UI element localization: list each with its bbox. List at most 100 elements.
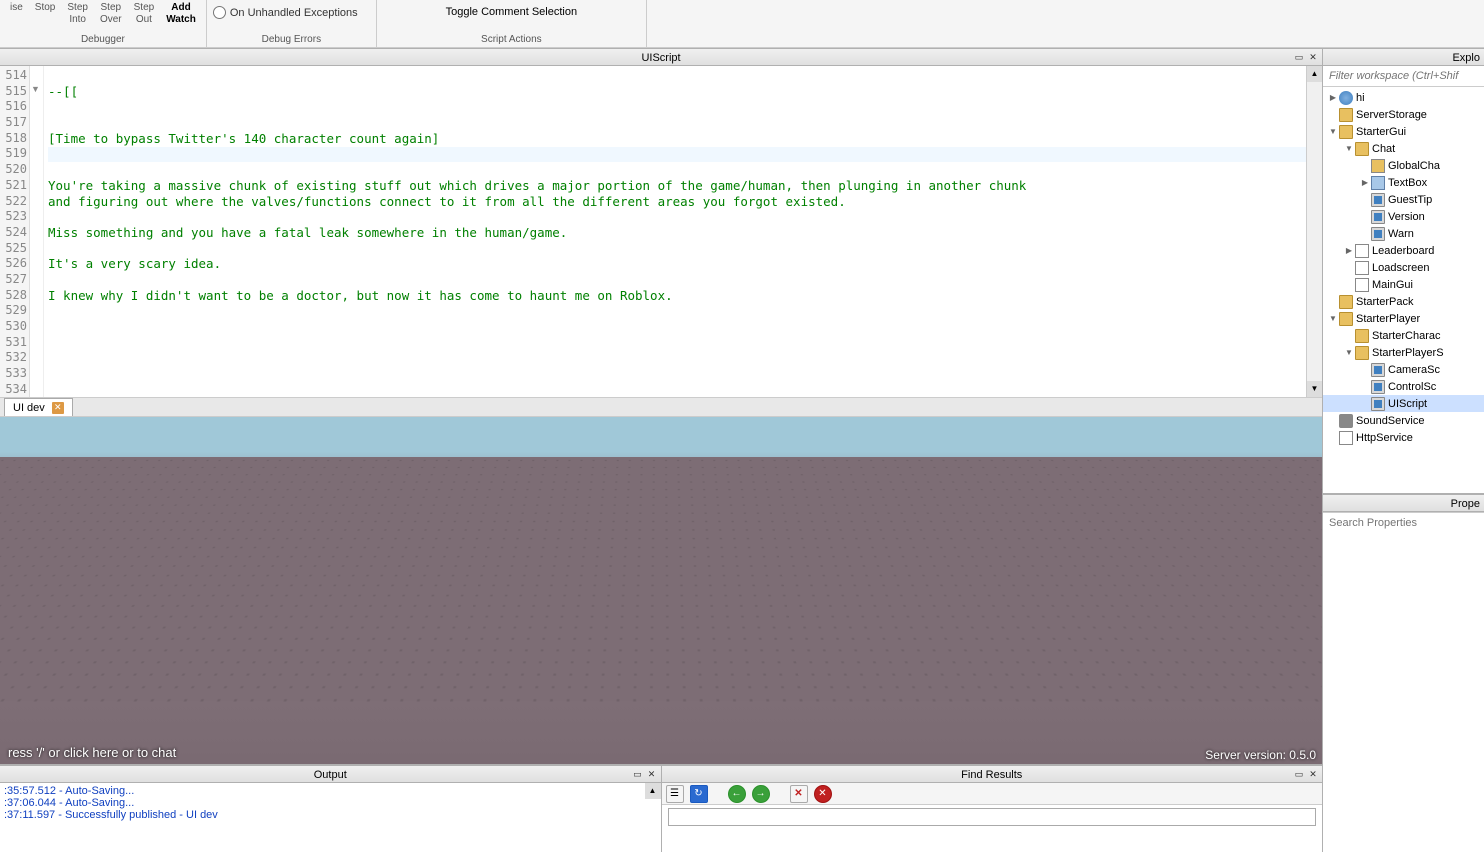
tree-item-loadscreen[interactable]: Loadscreen	[1323, 259, 1484, 276]
debugger-addwatch-button[interactable]: AddWatch	[162, 2, 200, 26]
tree-arrow-icon[interactable]: ▼	[1343, 144, 1355, 153]
tab-label: UI dev	[13, 402, 45, 414]
ribbon: ise StopStepIntoStepOverStepOutAddWatch D…	[0, 0, 1484, 48]
find-next-icon[interactable]: →	[752, 785, 770, 803]
undock-icon[interactable]: ▭	[1292, 49, 1306, 65]
code-text[interactable]: --[[ [Time to bypass Twitter's 140 chara…	[44, 66, 1306, 397]
scroll-up-icon[interactable]: ▲	[1307, 66, 1322, 82]
code-editor[interactable]: 5145155165175185195205215225235245255265…	[0, 66, 1322, 397]
output-body[interactable]: ▲ :35:57.512 - Auto-Saving...:37:06.044 …	[0, 783, 661, 852]
folder-icon	[1355, 329, 1369, 343]
tree-item-hi[interactable]: ▶ hi	[1323, 89, 1484, 106]
tree-label: Warn	[1388, 228, 1414, 240]
find-prev-icon[interactable]: ←	[728, 785, 746, 803]
tree-item-leaderboard[interactable]: ▶Leaderboard	[1323, 242, 1484, 259]
tree-item-serverstorage[interactable]: ServerStorage	[1323, 106, 1484, 123]
find-list-icon[interactable]: ☰	[666, 785, 684, 803]
tree-item-startercharac[interactable]: StarterCharac	[1323, 327, 1484, 344]
tree-label: hi	[1356, 92, 1365, 104]
tree-label: GuestTip	[1388, 194, 1432, 206]
tree-item-maingui[interactable]: MainGui	[1323, 276, 1484, 293]
tree-item-starterplayers[interactable]: ▼ StarterPlayerS	[1323, 344, 1484, 361]
tree-item-warn[interactable]: Warn	[1323, 225, 1484, 242]
tree-item-soundservice[interactable]: SoundService	[1323, 412, 1484, 429]
gframe-icon	[1371, 159, 1385, 173]
tree-item-httpservice[interactable]: HttpService	[1323, 429, 1484, 446]
fold-column: ▼	[30, 66, 44, 397]
debugger-stop-button[interactable]: Stop	[31, 2, 60, 14]
close-icon[interactable]: ✕	[1306, 766, 1320, 782]
tree-label: ControlSc	[1388, 381, 1436, 393]
find-input-row	[668, 808, 1317, 849]
undock-icon[interactable]: ▭	[1292, 766, 1306, 782]
chat-hint[interactable]: ress '/' or click here or to chat	[0, 741, 184, 764]
tree-item-guesttip[interactable]: GuestTip	[1323, 191, 1484, 208]
tab-close-icon[interactable]: ✕	[52, 402, 64, 414]
toggle-comment-button[interactable]: Toggle Comment Selection	[442, 6, 581, 18]
debugger-stepout-button[interactable]: StepOut	[130, 2, 159, 26]
tree-arrow-icon[interactable]: ▶	[1327, 93, 1339, 102]
tree-item-uiscript[interactable]: UIScript	[1323, 395, 1484, 412]
tree-label: ServerStorage	[1356, 109, 1427, 121]
folder-icon	[1355, 142, 1369, 156]
find-results-panel: Find Results ▭ ✕ ☰ ↻ ← → ✕ ✕	[662, 765, 1323, 852]
properties-panel: Prope	[1323, 493, 1484, 852]
tree-label: StarterPlayer	[1356, 313, 1420, 325]
script-icon	[1371, 397, 1385, 411]
line-number-gutter: 5145155165175185195205215225235245255265…	[0, 66, 30, 397]
tree-item-camerasc[interactable]: CameraSc	[1323, 361, 1484, 378]
find-stop-icon[interactable]: ✕	[814, 785, 832, 803]
tree-label: Version	[1388, 211, 1425, 223]
find-refresh-icon[interactable]: ↻	[690, 785, 708, 803]
tree-label: CameraSc	[1388, 364, 1440, 376]
tree-item-starterplayer[interactable]: ▼ StarterPlayer	[1323, 310, 1484, 327]
close-icon[interactable]: ✕	[645, 766, 659, 782]
fold-chevron-icon[interactable]: ▼	[31, 84, 40, 94]
sound-icon	[1339, 414, 1353, 428]
tree-item-version[interactable]: Version	[1323, 208, 1484, 225]
radio-input[interactable]	[213, 6, 226, 19]
output-panel: Output ▭ ✕ ▲ :35:57.512 - Auto-Saving...…	[0, 765, 662, 852]
tree-arrow-icon[interactable]: ▶	[1343, 246, 1355, 255]
folder-icon	[1339, 108, 1353, 122]
close-icon[interactable]: ✕	[1306, 49, 1320, 65]
debugger-ise-button[interactable]: ise	[6, 2, 27, 14]
viewport-tab[interactable]: UI dev ✕	[4, 398, 73, 416]
find-input[interactable]	[668, 808, 1317, 826]
properties-search-input[interactable]	[1323, 512, 1484, 532]
server-version-label: Server version: 0.5.0	[1205, 748, 1316, 762]
tree-item-startergui[interactable]: ▼StarterGui	[1323, 123, 1484, 140]
properties-title-text: Prope	[1451, 498, 1480, 510]
scroll-up-icon[interactable]: ▲	[645, 783, 661, 799]
tree-label: TextBox	[1388, 177, 1427, 189]
script-icon	[1371, 193, 1385, 207]
tree-arrow-icon[interactable]: ▼	[1327, 127, 1339, 136]
tree-arrow-icon[interactable]: ▶	[1359, 178, 1371, 187]
tree-item-textbox[interactable]: ▶ TextBox	[1323, 174, 1484, 191]
find-clear-icon[interactable]: ✕	[790, 785, 808, 803]
tree-item-chat[interactable]: ▼Chat	[1323, 140, 1484, 157]
tree-label: StarterPlayerS	[1372, 347, 1444, 359]
debugger-stepover-button[interactable]: StepOver	[96, 2, 126, 26]
scroll-down-icon[interactable]: ▼	[1307, 381, 1322, 397]
properties-body[interactable]	[1323, 532, 1484, 852]
vertical-scrollbar[interactable]: ▲ ▼	[1306, 66, 1322, 397]
explorer-tree[interactable]: ▶ hi ServerStorage ▼StarterGui▼ChatGlobalCh…	[1323, 87, 1484, 493]
explorer-filter-input[interactable]	[1323, 66, 1484, 86]
unhandled-exceptions-radio[interactable]: On Unhandled Exceptions	[213, 6, 358, 19]
ribbon-group-label: Debug Errors	[213, 34, 370, 47]
frame-icon	[1355, 278, 1369, 292]
debugger-stepinto-button[interactable]: StepInto	[63, 2, 92, 26]
undock-icon[interactable]: ▭	[631, 766, 645, 782]
tree-item-starterpack[interactable]: StarterPack	[1323, 293, 1484, 310]
3d-viewport[interactable]: ress '/' or click here or to chat Server…	[0, 417, 1322, 764]
tree-arrow-icon[interactable]: ▼	[1327, 314, 1339, 323]
ribbon-group-debugger: iseStopStepIntoStepOverStepOutAddWatch D…	[0, 0, 207, 47]
find-toolbar: ☰ ↻ ← → ✕ ✕	[662, 783, 1323, 805]
output-line: :37:11.597 - Successfully published - UI…	[4, 809, 657, 821]
world-icon	[1339, 91, 1353, 105]
tree-item-controlsc[interactable]: ControlSc	[1323, 378, 1484, 395]
tree-item-globalcha[interactable]: GlobalCha	[1323, 157, 1484, 174]
output-title: Output ▭ ✕	[0, 765, 661, 783]
tree-arrow-icon[interactable]: ▼	[1343, 348, 1355, 357]
